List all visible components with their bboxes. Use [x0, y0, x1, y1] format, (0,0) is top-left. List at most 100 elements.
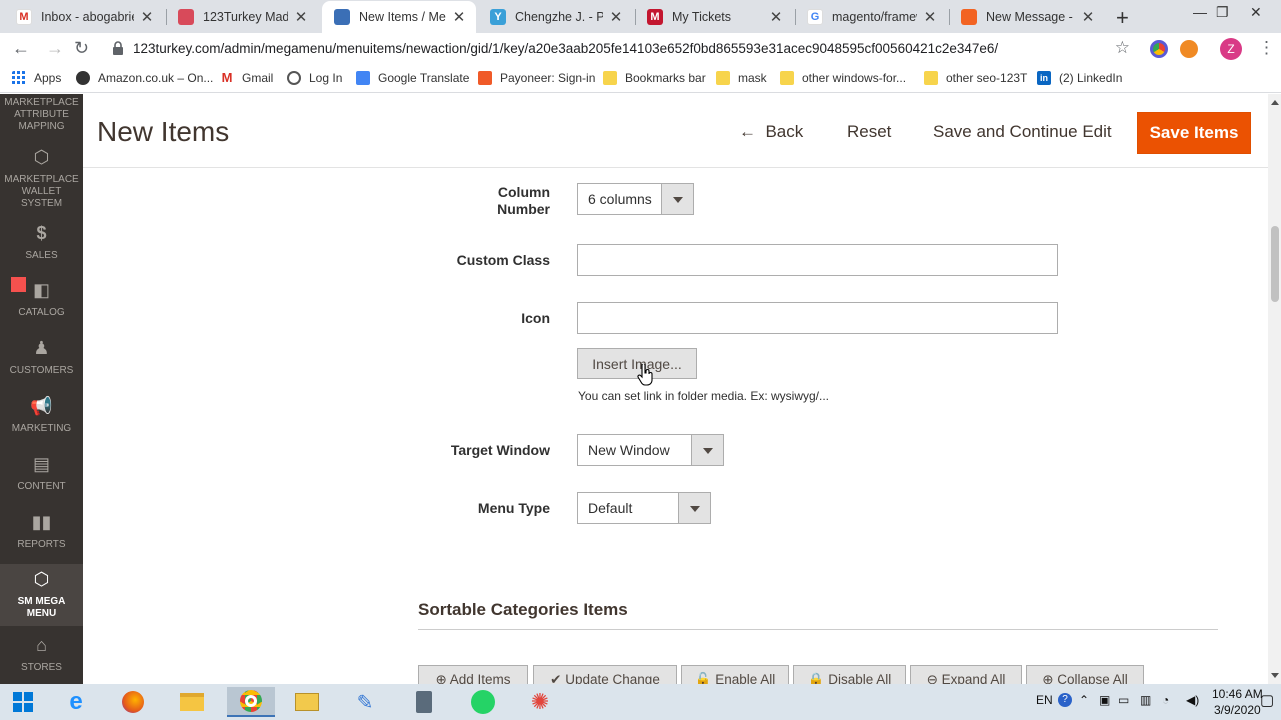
back-button-label: Back — [765, 122, 804, 141]
sidebar-item-sales[interactable]: $ SALES — [0, 224, 83, 262]
minimize-icon[interactable]: — — [1193, 4, 1207, 20]
sidebar-item-label: CONTENT — [17, 481, 66, 492]
sidebar-item-marketing[interactable]: 📢 MARKETING — [0, 397, 83, 435]
sidebar-item-sm-mega-menu[interactable]: ⬡ SM MEGA MENU — [0, 564, 83, 626]
custom-class-input[interactable] — [577, 244, 1058, 276]
browser-tab[interactable]: 123Turkey Made In ✕ — [166, 1, 318, 33]
bookmark-item[interactable]: M Gmail — [220, 71, 274, 86]
calculator-icon[interactable] — [404, 687, 444, 717]
hexagon-icon: ⬡ — [33, 147, 50, 167]
restore-icon[interactable]: ❐ — [1216, 4, 1229, 21]
browser-tab[interactable]: M Inbox - abogabriel ✕ — [4, 1, 164, 33]
sidebar-item-customers[interactable]: ♟ CUSTOMERS — [0, 338, 83, 377]
bookmark-item[interactable]: Log In — [287, 71, 342, 85]
scroll-up-icon[interactable] — [1271, 100, 1279, 105]
bookmark-folder[interactable]: other seo-123T — [924, 71, 1027, 85]
bookmark-apps[interactable]: Apps — [12, 71, 61, 85]
help-icon[interactable]: ? — [1058, 693, 1072, 707]
sidebar-item-marketplace-wallet-system[interactable]: ⬡ MARKETPLACE WALLET SYSTEM — [0, 147, 83, 210]
bookmark-item[interactable]: Amazon.co.uk – On... — [76, 71, 213, 85]
browser-tab[interactable]: New Message - Ma ✕ — [949, 1, 1105, 33]
tab-label: New Message - Ma — [986, 10, 1075, 24]
bookmark-folder[interactable]: Bookmarks bar — [603, 71, 706, 85]
sidebar-item-content[interactable]: ▤ CONTENT — [0, 455, 83, 493]
linkedin-icon: in — [1037, 71, 1051, 85]
volume-icon[interactable]: ◀) — [1186, 693, 1199, 707]
page-scrollbar[interactable] — [1268, 94, 1281, 684]
bookmark-folder[interactable]: mask — [716, 71, 767, 85]
extension-icon[interactable] — [1180, 40, 1198, 58]
cube-icon: ◧ — [32, 280, 50, 300]
window-close-icon[interactable]: ✕ — [1250, 4, 1262, 21]
mail-icon[interactable] — [287, 687, 327, 717]
sidebar-item-label: ATTRIBUTE — [14, 109, 69, 120]
language-indicator[interactable]: EN — [1036, 693, 1053, 707]
notifications-icon[interactable]: ▢ — [1260, 691, 1274, 709]
select-value: Default — [588, 500, 633, 516]
bookmark-item[interactable]: in (2) LinkedIn — [1037, 71, 1122, 85]
close-tab-icon[interactable]: ✕ — [769, 8, 783, 26]
new-tab-icon[interactable]: + — [1116, 5, 1129, 31]
tray-chevron-icon[interactable]: ⌃ — [1079, 693, 1089, 707]
back-arrow-icon[interactable]: ← — [12, 38, 30, 59]
magento-icon — [961, 9, 977, 25]
reset-button[interactable]: Reset — [847, 122, 891, 142]
windows-taskbar: e ✎ ✺ EN ? ⌃ ▣ ▭ ▥ ◔ ◀) 10:46 AM 3/9/202… — [0, 684, 1281, 720]
close-tab-icon[interactable]: ✕ — [140, 8, 154, 26]
tools-icon[interactable]: ✎ — [345, 687, 385, 717]
sidebar-item-label: SM MEGA — [17, 596, 66, 607]
taskbar-clock[interactable]: 10:46 AM 3/9/2020 — [1212, 686, 1263, 718]
network-icon[interactable]: ▭ — [1118, 693, 1129, 707]
battery-icon[interactable]: ▥ — [1140, 693, 1151, 707]
app-spiral-icon[interactable]: ✺ — [520, 687, 560, 717]
chevron-down-icon — [691, 435, 723, 465]
sidebar-item-reports[interactable]: ▮▮ REPORTS — [0, 513, 83, 551]
column-number-select[interactable]: 6 columns — [577, 183, 694, 215]
reload-icon[interactable]: ↻ — [74, 38, 89, 59]
scroll-down-icon[interactable] — [1271, 673, 1279, 678]
custom-class-label: Custom Class — [456, 252, 550, 268]
sidebar-item-label: SALES — [25, 250, 58, 261]
close-tab-icon[interactable]: ✕ — [1081, 8, 1095, 26]
icon-label: Icon — [521, 310, 550, 326]
close-tab-icon[interactable]: ✕ — [609, 8, 623, 26]
target-window-select[interactable]: New Window — [577, 434, 724, 466]
close-tab-icon[interactable]: ✕ — [294, 8, 308, 26]
browser-tab-active[interactable]: New Items / Menu ✕ — [322, 1, 476, 33]
forward-arrow-icon[interactable]: → — [46, 38, 64, 59]
browser-tab[interactable]: G magento/framewor ✕ — [795, 1, 947, 33]
scrollbar-thumb[interactable] — [1271, 226, 1279, 302]
person-icon: ♟ — [33, 338, 50, 358]
icon-input[interactable] — [577, 302, 1058, 334]
sidebar-item-stores[interactable]: ⌂ STORES — [0, 636, 83, 674]
sidebar-item-catalog[interactable]: ◧ CATALOG — [0, 280, 83, 319]
bookmark-folder[interactable]: other windows-for... — [780, 71, 906, 85]
sidebar-item-label: WALLET — [21, 186, 62, 197]
back-button[interactable]: ← Back — [739, 122, 803, 142]
chrome-icon[interactable] — [227, 687, 275, 717]
bookmark-item[interactable]: Google Translate — [356, 71, 469, 85]
save-and-continue-button[interactable]: Save and Continue Edit — [933, 122, 1112, 142]
profile-avatar[interactable]: Z — [1220, 38, 1242, 60]
windows-start-icon[interactable] — [3, 687, 43, 717]
internet-explorer-icon[interactable]: e — [56, 687, 96, 717]
close-tab-icon[interactable]: ✕ — [452, 8, 466, 26]
url-input[interactable]: 123turkey.com/admin/megamenu/menuitems/n… — [104, 36, 1140, 62]
bookmark-item[interactable]: Payoneer: Sign-in — [478, 71, 595, 85]
save-items-button[interactable]: Save Items — [1137, 112, 1251, 154]
close-tab-icon[interactable]: ✕ — [923, 8, 937, 26]
browser-tab[interactable]: Y Chengzhe J. - Pytho ✕ — [478, 1, 633, 33]
firefox-icon[interactable] — [113, 687, 153, 717]
translate-icon — [356, 71, 370, 85]
tray-app-icon[interactable]: ▣ — [1099, 693, 1110, 707]
menu-type-select[interactable]: Default — [577, 492, 711, 524]
browser-menu-icon[interactable]: ⋮ — [1258, 38, 1275, 58]
file-explorer-icon[interactable] — [172, 687, 212, 717]
whatsapp-icon[interactable] — [463, 687, 503, 717]
wifi-icon[interactable]: ◔ — [1162, 693, 1169, 707]
browser-tab[interactable]: M My Tickets ✕ — [635, 1, 793, 33]
bookmark-star-icon[interactable]: ☆ — [1115, 38, 1130, 58]
tab-label: New Items / Menu — [359, 10, 446, 24]
sidebar-item-marketplace-attribute-mapping[interactable]: MARKETPLACE ATTRIBUTE MAPPING — [0, 97, 83, 133]
extension-icon[interactable] — [1150, 40, 1168, 58]
